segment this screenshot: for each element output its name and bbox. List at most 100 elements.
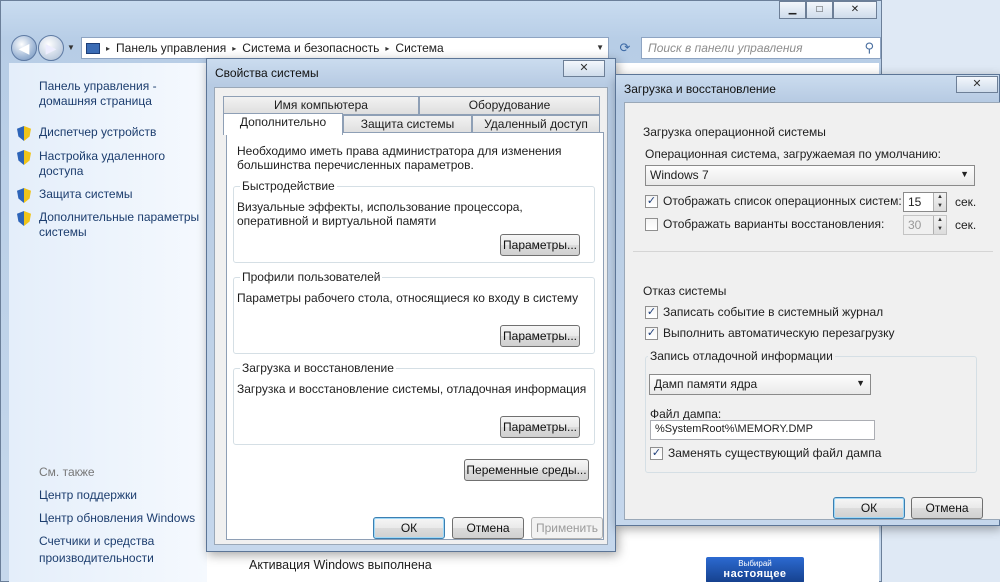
search-icon[interactable]: ⚲ — [864, 40, 874, 56]
computer-icon — [86, 42, 100, 54]
write-event-checkbox[interactable]: ✓ Записать событие в системный журнал — [645, 305, 883, 319]
dump-type-select[interactable]: Дамп памяти ядра ▼ — [649, 374, 871, 395]
cancel-button[interactable]: Отмена — [911, 497, 983, 519]
sidebar-item-label: Настройка удаленного доступа — [39, 149, 166, 178]
startup-recovery-dialog: Загрузка и восстановление ✕ Загрузка опе… — [615, 74, 1000, 526]
shield-icon — [17, 126, 31, 141]
shield-icon — [17, 211, 31, 226]
spinner-value: 30 — [908, 218, 922, 232]
environment-variables-button[interactable]: Переменные среды... — [464, 459, 589, 481]
chevron-right-icon: ▸ — [106, 43, 111, 53]
close-icon[interactable]: ✕ — [956, 76, 998, 93]
tab-hardware[interactable]: Оборудование — [419, 96, 600, 115]
sidebar-item-protection[interactable]: Защита системы — [17, 187, 207, 203]
tab-advanced[interactable]: Дополнительно — [223, 113, 343, 135]
default-os-label: Операционная система, загружаемая по умо… — [645, 147, 941, 161]
performance-settings-button[interactable]: Параметры... — [500, 234, 580, 256]
startup-settings-button[interactable]: Параметры... — [500, 416, 580, 438]
checkbox-label: Отображать варианты восстановления: — [663, 217, 885, 231]
os-list-seconds-spinner[interactable]: 15 ▲ ▼ — [903, 192, 947, 212]
back-button[interactable]: ◀ — [11, 35, 37, 61]
shield-icon — [17, 150, 31, 165]
checkbox-box: ✓ — [645, 305, 658, 319]
cancel-button[interactable]: Отмена — [452, 517, 524, 539]
group-description: Параметры рабочего стола, относящиеся ко… — [237, 291, 579, 305]
auto-restart-checkbox[interactable]: ✓ Выполнить автоматическую перезагрузку — [645, 326, 895, 340]
dialog-title: Загрузка и восстановление — [624, 82, 776, 96]
sidebar-home-link[interactable]: Панель управления - домашняя страница — [39, 79, 199, 109]
apply-button[interactable]: Применить — [531, 517, 603, 539]
chevron-down-icon: ▼ — [856, 378, 865, 388]
breadcrumb-system[interactable]: Система — [395, 41, 443, 55]
system-properties-dialog: Свойства системы ✕ Имя компьютера Оборуд… — [206, 58, 616, 552]
link-windows-update[interactable]: Центр обновления Windows — [39, 510, 209, 527]
checkbox-label: Отображать список операционных систем: — [663, 194, 902, 208]
spinner-arrows-icon[interactable]: ▲ ▼ — [933, 193, 946, 211]
link-performance[interactable]: Счетчики и средства производительности — [39, 533, 209, 567]
close-button[interactable]: ✕ — [833, 1, 877, 19]
system-failure-heading: Отказ системы — [643, 284, 727, 298]
default-os-value: Windows 7 — [650, 168, 709, 182]
genuine-promo-banner[interactable]: Выбирай настоящее — [706, 557, 804, 582]
history-dropdown-icon[interactable]: ▼ — [67, 43, 75, 52]
sidebar-item-label: Защита системы — [39, 187, 133, 201]
ok-button[interactable]: ОК — [833, 497, 905, 519]
link-action-center[interactable]: Центр поддержки — [39, 487, 209, 504]
recovery-seconds-spinner[interactable]: 30 ▲ ▼ — [903, 215, 947, 235]
window-caption-buttons: ▁ □ ✕ — [779, 1, 877, 19]
profiles-settings-button[interactable]: Параметры... — [500, 325, 580, 347]
show-os-list-checkbox[interactable]: ✓ Отображать список операционных систем: — [645, 194, 902, 208]
group-performance: Быстродействие Визуальные эффекты, испол… — [233, 179, 595, 263]
show-recovery-checkbox[interactable]: Отображать варианты восстановления: — [645, 217, 884, 231]
address-dropdown-icon[interactable]: ▼ — [596, 43, 604, 52]
promo-big-text: настоящее — [723, 568, 787, 580]
group-user-profiles: Профили пользователей Параметры рабочего… — [233, 270, 595, 354]
see-also-heading: См. также — [39, 465, 95, 479]
dialog-body: Имя компьютера Оборудование Дополнительн… — [214, 87, 608, 545]
group-debug-info: Запись отладочной информации Дамп памяти… — [645, 349, 977, 473]
ok-button[interactable]: ОК — [373, 517, 445, 539]
checkbox-box: ✓ — [645, 194, 658, 208]
spinner-arrows-icon[interactable]: ▲ ▼ — [933, 216, 946, 234]
sidebar-item-label: Диспетчер устройств — [39, 125, 157, 139]
checkbox-box — [645, 217, 658, 231]
group-label: Загрузка и восстановление — [240, 361, 396, 375]
dump-file-label: Файл дампа: — [650, 407, 722, 421]
group-label: Быстродействие — [240, 179, 337, 193]
dump-file-input[interactable]: %SystemRoot%\MEMORY.DMP — [650, 420, 875, 440]
checkbox-label: Заменять существующий файл дампа — [668, 446, 882, 460]
navigation-bar: ◀ ▶ ▼ ▸ Панель управления ▸ Система и бе… — [9, 33, 881, 61]
sidebar-item-remote[interactable]: Настройка удаленного доступа — [17, 149, 207, 179]
chevron-right-icon: ▸ — [385, 43, 390, 53]
minimize-button[interactable]: ▁ — [779, 1, 806, 19]
checkbox-label: Выполнить автоматическую перезагрузку — [663, 326, 895, 340]
dialog-body: Загрузка операционной системы Операционн… — [624, 102, 1000, 520]
admin-notice: Необходимо иметь права администратора дл… — [237, 144, 562, 172]
overwrite-dump-checkbox[interactable]: ✓ Заменять существующий файл дампа — [650, 446, 881, 460]
forward-button[interactable]: ▶ — [38, 35, 64, 61]
seconds-unit-label: сек. — [955, 195, 977, 209]
group-label: Запись отладочной информации — [648, 349, 835, 363]
sidebar-item-device-manager[interactable]: Диспетчер устройств — [17, 125, 207, 141]
dialog-title: Свойства системы — [215, 66, 319, 80]
breadcrumb-security[interactable]: Система и безопасность — [242, 41, 379, 55]
maximize-button[interactable]: □ — [806, 1, 833, 19]
sidebar-item-label: Дополнительные параметры системы — [39, 210, 200, 239]
checkbox-box: ✓ — [645, 326, 658, 340]
breadcrumb-control-panel[interactable]: Панель управления — [116, 41, 226, 55]
sidebar-item-advanced[interactable]: Дополнительные параметры системы — [17, 210, 207, 240]
search-input[interactable]: Поиск в панели управления ⚲ — [641, 37, 881, 59]
seconds-unit-label: сек. — [955, 218, 977, 232]
close-icon[interactable]: ✕ — [563, 60, 605, 77]
refresh-icon[interactable]: ⟳ — [613, 37, 637, 59]
checkbox-label: Записать событие в системный журнал — [663, 305, 884, 319]
default-os-select[interactable]: Windows 7 ▼ — [645, 165, 975, 186]
shield-icon — [17, 188, 31, 203]
system-startup-heading: Загрузка операционной системы — [643, 125, 826, 139]
dump-type-value: Дамп памяти ядра — [654, 377, 758, 391]
address-bar[interactable]: ▸ Панель управления ▸ Система и безопасн… — [81, 37, 609, 59]
tab-panel-advanced: Необходимо иметь права администратора дл… — [226, 132, 604, 540]
group-description: Визуальные эффекты, использование процес… — [237, 200, 523, 228]
chevron-down-icon: ▼ — [960, 169, 969, 179]
group-startup-recovery: Загрузка и восстановление Загрузка и вос… — [233, 361, 595, 445]
